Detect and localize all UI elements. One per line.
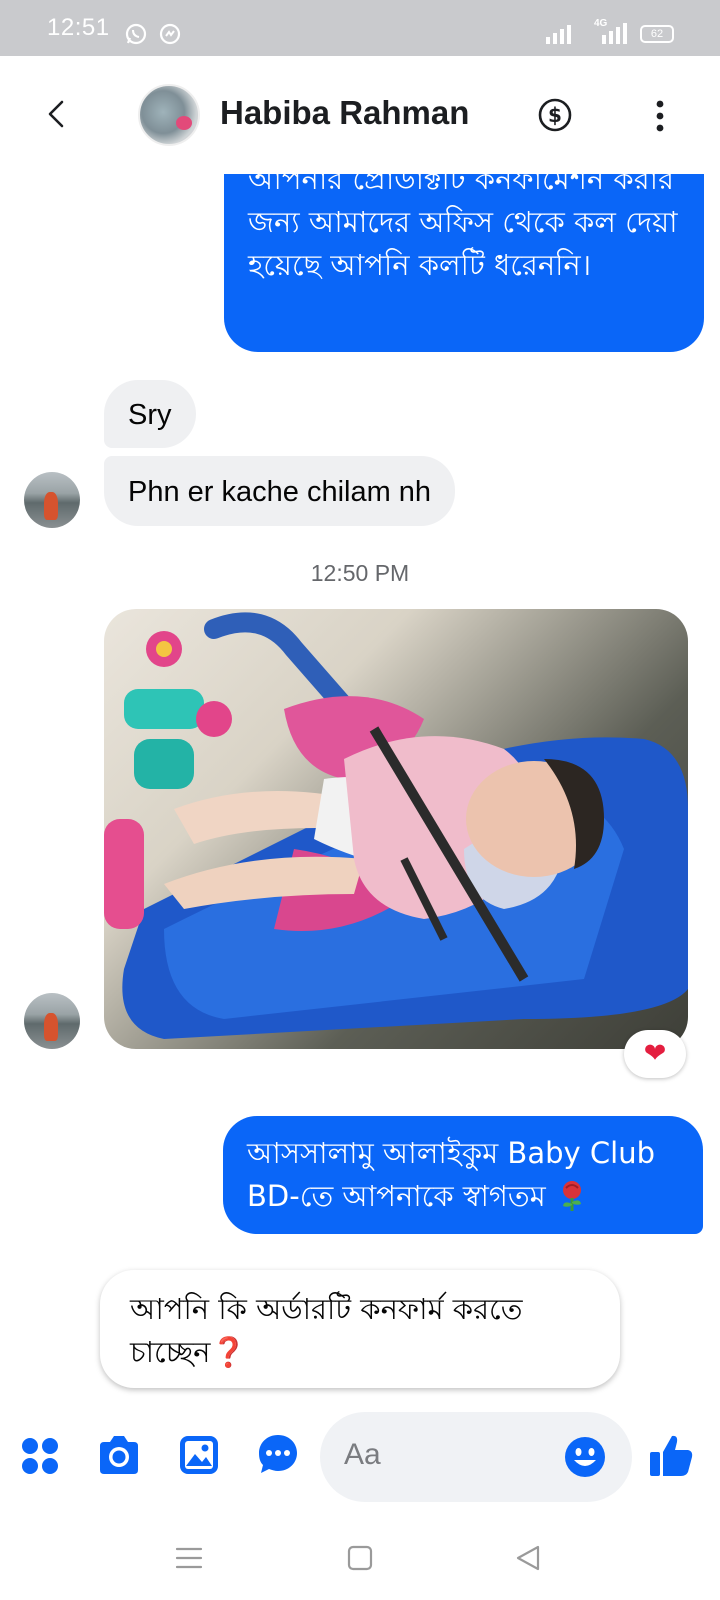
menu-icon[interactable] bbox=[174, 1544, 204, 1572]
message-text: আপনার প্রোডাক্টটি কনফার্মেশন করার জন্য আ… bbox=[248, 174, 678, 282]
chat-bubble-icon[interactable] bbox=[256, 1432, 300, 1476]
prompt-text: আপনি কি অর্ডারটি কনফার্ম করতে চাচ্ছেন bbox=[130, 1292, 523, 1369]
back-icon[interactable] bbox=[40, 96, 76, 132]
gallery-icon[interactable] bbox=[178, 1434, 220, 1476]
incoming-message[interactable]: Phn er kache chilam nh bbox=[104, 456, 456, 526]
chat-header: Habiba Rahman $ bbox=[0, 56, 720, 174]
heart-reaction[interactable]: ❤ bbox=[624, 1030, 686, 1078]
baby-photo-illustration bbox=[104, 612, 688, 1039]
dollar-circle-icon[interactable]: $ bbox=[537, 97, 573, 133]
contact-avatar[interactable] bbox=[138, 84, 200, 146]
message-timestamp: 12:50 PM bbox=[310, 560, 410, 586]
apps-grid-icon[interactable] bbox=[20, 1436, 60, 1476]
emoji-icon[interactable] bbox=[564, 1436, 606, 1478]
quick-reply-prompt[interactable]: আপনি কি অর্ডারটি কনফার্ম করতে চাচ্ছেন❓ bbox=[100, 1270, 620, 1388]
wifi-signal-icon bbox=[546, 16, 571, 44]
status-time: 12:51 bbox=[47, 14, 110, 41]
sender-avatar[interactable] bbox=[24, 472, 80, 528]
rose-emoji-icon bbox=[562, 1181, 581, 1211]
contact-name[interactable]: Habiba Rahman bbox=[220, 94, 469, 132]
question-emoji: ❓ bbox=[210, 1335, 247, 1369]
message-text: আসসালামু আলাইকুম Baby Club BD-তে আপনাকে … bbox=[247, 1136, 655, 1213]
cell-signal-icon bbox=[602, 16, 627, 44]
system-nav-bar bbox=[0, 1516, 720, 1600]
photo-message[interactable] bbox=[104, 609, 688, 1049]
whatsapp-icon bbox=[125, 23, 147, 45]
battery-indicator: 62 bbox=[640, 25, 674, 43]
back-nav-icon[interactable] bbox=[514, 1544, 542, 1572]
outgoing-message[interactable]: আসসালামু আলাইকুম Baby Club BD-তে আপনাকে … bbox=[223, 1116, 703, 1234]
home-icon[interactable] bbox=[346, 1544, 374, 1572]
more-options-icon[interactable] bbox=[648, 96, 672, 136]
incoming-message[interactable]: Sry bbox=[104, 380, 196, 448]
messenger-status-icon bbox=[159, 23, 181, 45]
sender-avatar[interactable] bbox=[24, 993, 80, 1049]
status-bar: 12:51 4G 62 bbox=[0, 0, 720, 56]
message-composer: Aa bbox=[0, 1408, 720, 1516]
message-input[interactable]: Aa bbox=[320, 1412, 632, 1502]
camera-icon[interactable] bbox=[96, 1434, 142, 1476]
thumbs-up-icon[interactable] bbox=[648, 1432, 694, 1478]
outgoing-message[interactable]: আপনার প্রোডাক্টটি কনফার্মেশন করার জন্য আ… bbox=[224, 174, 704, 352]
svg-text:$: $ bbox=[548, 103, 562, 127]
input-placeholder: Aa bbox=[344, 1438, 381, 1471]
